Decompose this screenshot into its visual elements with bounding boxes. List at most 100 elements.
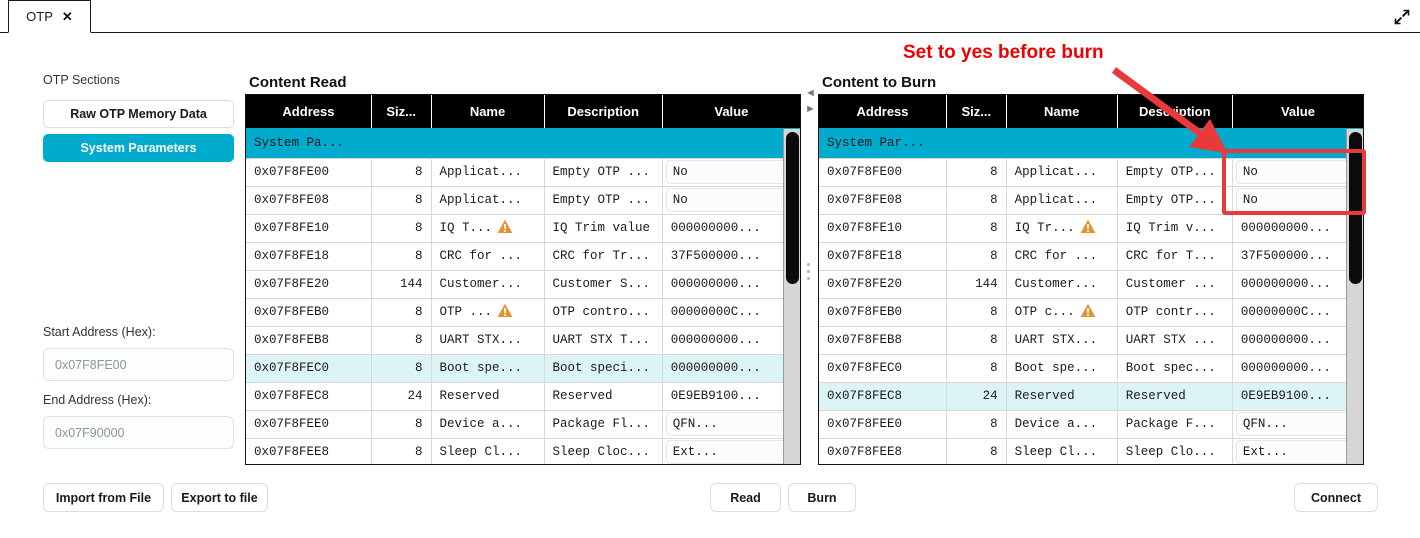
table-row[interactable]: 0x07F8FE20 144 Customer... Customer ... 0000… (819, 269, 1363, 298)
cell-name: Applicat... (1006, 157, 1118, 186)
table-row[interactable]: 0x07F8FE10 8 IQ Tr... IQ Trim v... 000000000… (819, 213, 1363, 242)
value-dropdown-label: Ext... (672, 445, 718, 460)
value-dropdown[interactable]: No▼ (1235, 160, 1360, 184)
cell-size: 8 (371, 157, 432, 186)
table-row[interactable]: 0x07F8FEB8 8 UART STX... UART STX T... 00000… (246, 325, 800, 354)
sidebar-item-raw-otp-memory-data[interactable]: Raw OTP Memory Data (43, 100, 234, 128)
scrollbar-thumb[interactable] (1349, 132, 1362, 284)
import-from-file-button[interactable]: Import from File (43, 483, 164, 512)
table-row[interactable]: 0x07F8FEB0 8 OTP ... OTP contro... 00000000C… (246, 297, 800, 326)
table-group-row[interactable]: System Par... (819, 128, 1363, 158)
burn-button[interactable]: Burn (788, 483, 856, 512)
table-row[interactable]: 0x07F8FE18 8 CRC for ... CRC for T... 37F500… (819, 241, 1363, 270)
table-row[interactable]: 0x07F8FE10 8 IQ T... IQ Trim value 000000000… (246, 213, 800, 242)
cell-name: Applicat... (1006, 185, 1118, 214)
value-dropdown[interactable]: QFN...▼ (1235, 412, 1360, 436)
cell-size: 8 (371, 241, 432, 270)
column-header-address[interactable]: Address (246, 95, 372, 128)
table-row[interactable]: 0x07F8FEC0 8 Boot spe... Boot spec... 000000… (819, 353, 1363, 382)
warning-icon (1080, 219, 1096, 238)
splitter-grip-icon[interactable] (807, 263, 811, 284)
table-row[interactable]: 0x07F8FEE0 8 Device a... Package Fl... QFN..… (246, 409, 800, 438)
table-row[interactable]: 0x07F8FEB0 8 OTP c... OTP contr... 00000000C… (819, 297, 1363, 326)
table-row[interactable]: 0x07F8FEC0 8 Boot spe... Boot speci... 00000… (246, 353, 800, 382)
value-dropdown[interactable]: No▼ (1235, 188, 1360, 212)
tab-otp[interactable]: OTP ✕ (8, 0, 91, 33)
end-address-input[interactable] (43, 416, 234, 449)
vertical-scrollbar[interactable] (1346, 129, 1363, 464)
column-header-description[interactable]: Description (544, 95, 663, 128)
value-dropdown[interactable]: Ext...▼ (1235, 440, 1360, 464)
chevron-right-icon[interactable]: ► (805, 104, 816, 115)
cell-address: 0x07F8FEB0 (819, 297, 948, 326)
chevron-left-icon[interactable]: ◄ (805, 88, 816, 99)
column-header-siz[interactable]: Siz... (371, 95, 432, 128)
sidebar-item-system-parameters[interactable]: System Parameters (43, 134, 234, 162)
cell-description: UART STX T... (544, 325, 663, 354)
vertical-scrollbar[interactable] (783, 129, 800, 464)
read-button[interactable]: Read (710, 483, 781, 512)
cell-value: 37F500000... (662, 241, 800, 270)
warning-icon (497, 303, 513, 322)
cell-size: 8 (371, 185, 432, 214)
sidebar-item-label: System Parameters (80, 141, 197, 155)
cell-name: Reserved (1006, 381, 1118, 410)
table-row[interactable]: 0x07F8FEB8 8 UART STX... UART STX ... 000000… (819, 325, 1363, 354)
close-icon[interactable]: ✕ (62, 10, 73, 23)
cell-address: 0x07F8FE18 (246, 241, 372, 270)
value-dropdown-label: No (1242, 193, 1258, 207)
table-row[interactable]: 0x07F8FE18 8 CRC for ... CRC for Tr... 37F50… (246, 241, 800, 270)
cell-name-text: IQ T... (439, 220, 493, 235)
column-header-description[interactable]: Description (1117, 95, 1233, 128)
value-dropdown[interactable]: No▼ (665, 160, 797, 184)
column-header-name[interactable]: Name (431, 95, 545, 128)
cell-name: Device a... (1006, 409, 1118, 438)
otp-programmer-window: OTP ✕ OTP Sections Raw OTP Memory Data S… (0, 0, 1420, 538)
value-dropdown[interactable]: QFN...▼ (665, 412, 797, 436)
export-to-file-button[interactable]: Export to file (171, 483, 268, 512)
table-row[interactable]: 0x07F8FEC8 24 Reserved Reserved 0E9EB9100... (819, 381, 1363, 410)
cell-address: 0x07F8FE00 (819, 157, 948, 186)
panel-splitter[interactable]: ◄ ► (805, 88, 816, 468)
cell-name-text: Customer... (439, 277, 523, 291)
table-group-row[interactable]: System Pa... (246, 128, 800, 158)
cell-size: 8 (371, 437, 432, 464)
cell-description: Reserved (544, 381, 663, 410)
table-row[interactable]: 0x07F8FEC8 24 Reserved Reserved 0E9EB9100... (246, 381, 800, 410)
expand-diagonal-icon[interactable] (1390, 5, 1414, 29)
cell-address: 0x07F8FE08 (246, 185, 372, 214)
cell-name: Applicat... (431, 185, 545, 214)
value-dropdown-label: Ext... (1242, 445, 1288, 460)
cell-name: UART STX... (431, 325, 545, 354)
table-row[interactable]: 0x07F8FE20 144 Customer... Customer S... 000… (246, 269, 800, 298)
value-dropdown[interactable]: Ext...▼ (665, 440, 797, 464)
cell-name-text: Device a... (439, 417, 523, 431)
scrollbar-thumb[interactable] (786, 132, 799, 284)
table-row[interactable]: 0x07F8FEE8 8 Sleep Cl... Sleep Cloc... Ext..… (246, 437, 800, 464)
content-to-burn-grid: Address Siz... Name Description Value System… (819, 95, 1363, 464)
table-row[interactable]: 0x07F8FEE0 8 Device a... Package F... QFN...… (819, 409, 1363, 438)
value-dropdown-label: No (1242, 165, 1258, 179)
column-header-value[interactable]: Value (1232, 95, 1363, 128)
table-row[interactable]: 0x07F8FE088 Applicat... Empty OTP...No▼ (819, 185, 1363, 214)
column-header-value[interactable]: Value (662, 95, 800, 128)
column-header-name[interactable]: Name (1006, 95, 1118, 128)
start-address-input[interactable] (43, 348, 234, 381)
value-dropdown[interactable]: No▼ (665, 188, 797, 212)
table-row[interactable]: 0x07F8FE008 Applicat... Empty OTP ...No▼ (246, 157, 800, 186)
table-row[interactable]: 0x07F8FE088 Applicat... Empty OTP ...No▼ (246, 185, 800, 214)
cell-value: 000000000... (1232, 325, 1363, 354)
table-row[interactable]: 0x07F8FEE8 8 Sleep Cl... Sleep Clo... Ext...… (819, 437, 1363, 464)
table-row[interactable]: 0x07F8FE008 Applicat... Empty OTP...No▼ (819, 157, 1363, 186)
connect-button[interactable]: Connect (1294, 483, 1378, 512)
cell-name-text: Applicat... (439, 193, 523, 207)
cell-size: 8 (946, 213, 1007, 242)
cell-name: Customer... (431, 269, 545, 298)
cell-value: 000000000... (662, 213, 800, 242)
cell-name-text: Boot spe... (439, 361, 523, 375)
cell-name: OTP ... (431, 297, 545, 326)
cell-size: 8 (371, 325, 432, 354)
table-header-row: Address Siz... Name Description Value (246, 95, 800, 128)
column-header-siz[interactable]: Siz... (946, 95, 1007, 128)
column-header-address[interactable]: Address (819, 95, 948, 128)
